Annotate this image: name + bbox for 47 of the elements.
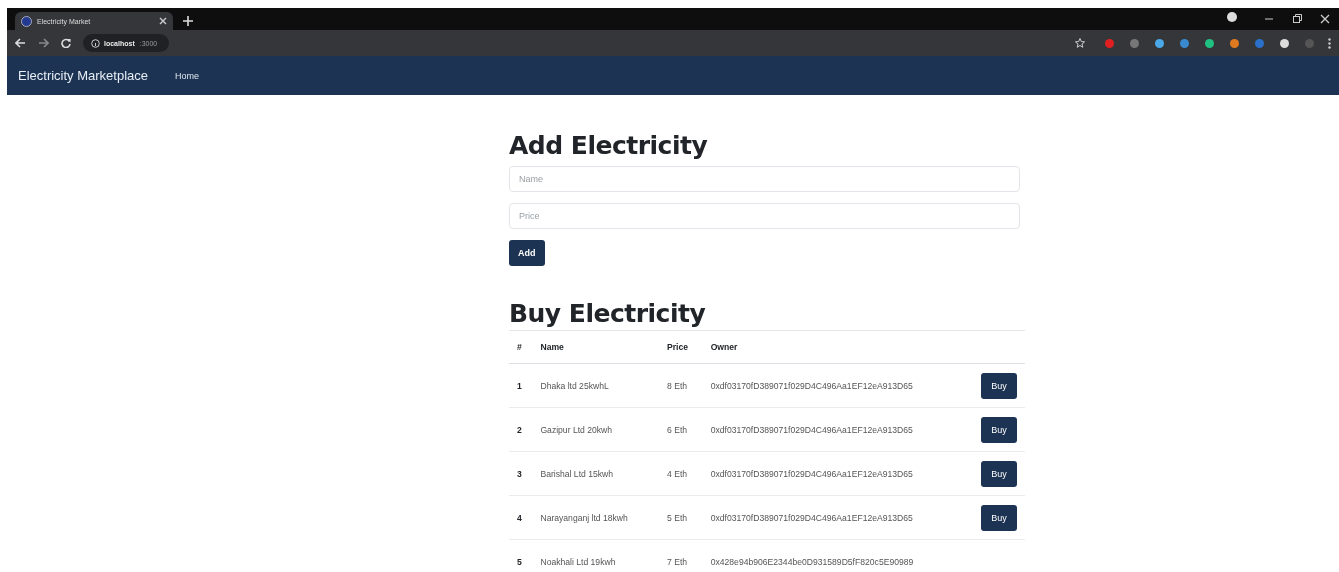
plus-icon[interactable] [183, 16, 193, 26]
table-cell: 8 Eth [667, 380, 688, 391]
column-header: # [517, 342, 522, 352]
table-cell: Dhaka ltd 25kwhL [540, 380, 609, 391]
back-arrow-icon[interactable] [15, 38, 26, 48]
row-number: 1 [517, 380, 522, 391]
column-header: Owner [710, 342, 738, 352]
table-cell: Narayanganj ltd 18kwh [540, 512, 628, 523]
add-button[interactable]: Add [509, 240, 545, 266]
extension-icon[interactable] [1205, 38, 1214, 48]
row-number: 2 [517, 424, 522, 435]
table-cell: 0xdf03170fD389071f029D4C496Aa1EF12eA913D65 [710, 512, 913, 523]
column-header: Name [540, 342, 564, 352]
section-heading: Add Electricity [509, 131, 708, 160]
star-icon[interactable] [1075, 38, 1085, 48]
table-cell: 0xdf03170fD389071f029D4C496Aa1EF12eA913D65 [710, 424, 913, 435]
table-cell: 5 Eth [667, 512, 688, 523]
table-cell: 0x428e94b906E2344be0D931589D5fF820c5E90989 [710, 556, 914, 567]
reload-icon[interactable] [61, 38, 71, 48]
table-cell: 7 Eth [667, 556, 688, 567]
row-number: 5 [517, 556, 522, 567]
menu-icon[interactable] [1328, 37, 1331, 49]
row-number: 4 [517, 512, 522, 523]
table-cell: 0xdf03170fD389071f029D4C496Aa1EF12eA913D65 [710, 468, 913, 479]
close-icon[interactable] [159, 17, 167, 25]
table-cell: Barishal Ltd 15kwh [540, 468, 614, 479]
buy-button[interactable]: Buy [981, 416, 1017, 443]
brand-link[interactable]: Electricity Marketplace [18, 68, 149, 83]
table-cell: Gazipur Ltd 20kwh [540, 424, 613, 435]
column-header: Price [667, 342, 688, 352]
extension-icon[interactable] [1280, 38, 1289, 48]
price-field[interactable]: Price [509, 203, 1020, 229]
table-cell: 6 Eth [667, 424, 688, 435]
forward-arrow-icon[interactable] [38, 38, 49, 48]
row-number: 3 [517, 468, 522, 479]
extension-icon[interactable] [1230, 38, 1239, 48]
table-cell: 4 Eth [667, 468, 688, 479]
profile-icon[interactable] [1227, 11, 1237, 22]
extension-icon[interactable] [1155, 38, 1164, 48]
section-heading: Buy Electricity [509, 299, 706, 328]
buy-button[interactable]: Buy [981, 372, 1017, 399]
name-field[interactable]: Name [509, 166, 1020, 192]
table-cell: Noakhali Ltd 19kwh [540, 556, 616, 567]
buy-button[interactable]: Buy [981, 504, 1017, 531]
table-cell: 0xdf03170fD389071f029D4C496Aa1EF12eA913D65 [710, 380, 913, 391]
buy-button[interactable]: Buy [981, 460, 1017, 487]
nav-link[interactable]: Home [175, 70, 200, 81]
